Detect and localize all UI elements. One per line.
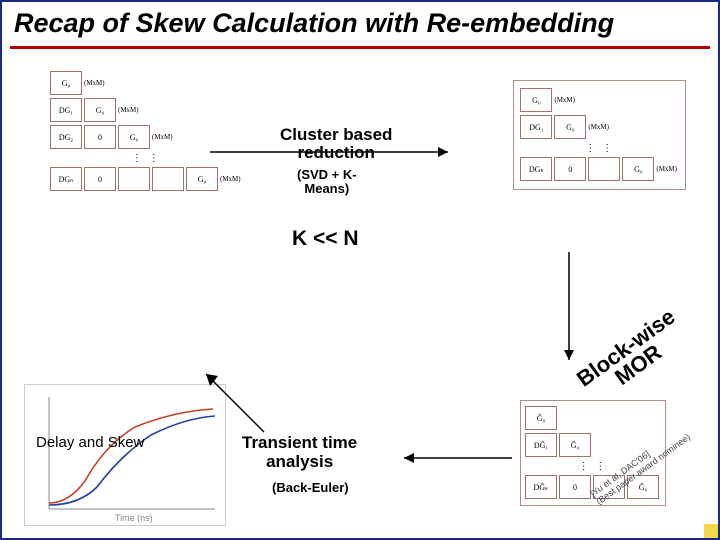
matrix-cell: DG₂ xyxy=(50,125,82,149)
delay-skew-label: Delay and Skew xyxy=(36,434,144,451)
blockwise-mor-label: Block-wise MOR xyxy=(574,306,692,407)
matrix-cell: G₀ xyxy=(186,167,218,191)
transient-l2: analysis xyxy=(242,453,357,472)
cluster-method-label: (SVD + K- Means) xyxy=(297,168,357,197)
matrix-cell: DĜ₁ xyxy=(525,433,557,457)
method-l1: (SVD + K- xyxy=(297,168,357,182)
matrix-cell: G₀ xyxy=(118,125,150,149)
matrix-cell: Ĝ₀ xyxy=(559,433,591,457)
matrix-cell: G₀ xyxy=(84,98,116,122)
dim-label: (MxM) xyxy=(84,79,105,87)
matrix-row: DG₁G₀(MxM) xyxy=(50,97,243,123)
vertical-dots: ⋮ ⋮ xyxy=(520,141,679,156)
plot-x-axis-label: Time (ns) xyxy=(115,513,153,523)
matrix-cell: G₀ xyxy=(622,157,654,181)
k-less-than-n: K << N xyxy=(292,227,359,251)
matrix-left: G₀(MxM)DG₁G₀(MxM)DG₂0G₀(MxM)⋮ ⋮DGₙ0G₀(Mx… xyxy=(50,70,243,193)
matrix-cell: DĜₖ xyxy=(525,475,557,499)
method-l2: Means) xyxy=(297,182,357,196)
dim-label: (MxM) xyxy=(554,96,575,104)
matrix-cell: 0 xyxy=(554,157,586,181)
matrix-cell: DG₁ xyxy=(520,115,552,139)
dim-label: (MxM) xyxy=(220,175,241,183)
matrix-cell: DG₁ xyxy=(50,98,82,122)
matrix-cell: Ĝ₀ xyxy=(525,406,557,430)
dim-label: (MxM) xyxy=(656,165,677,173)
matrix-cell: 0 xyxy=(84,125,116,149)
matrix-cell xyxy=(152,167,184,191)
matrix-cell: DGₖ xyxy=(520,157,552,181)
arrow-mor xyxy=(554,252,584,372)
matrix-cell: 0 xyxy=(84,167,116,191)
dim-label: (MxM) xyxy=(588,123,609,131)
matrix-cell xyxy=(118,167,150,191)
dim-label: (MxM) xyxy=(152,133,173,141)
matrix-row: G₀(MxM) xyxy=(520,87,679,113)
matrix-cell: DGₙ xyxy=(50,167,82,191)
corner-accent xyxy=(704,524,718,538)
matrix-cell: G₀ xyxy=(520,88,552,112)
matrix-right-top: G₀(MxM)DG₁G₀(MxM)⋮ ⋮DGₖ0G₀(MxM) xyxy=(513,80,686,190)
dim-label: (MxM) xyxy=(118,106,139,114)
page-title: Recap of Skew Calculation with Re-embedd… xyxy=(14,8,614,39)
matrix-row: DG₁G₀(MxM) xyxy=(520,114,679,140)
matrix-row: Ĝ₀ xyxy=(525,405,661,431)
matrix-cell: 0 xyxy=(559,475,591,499)
matrix-row: DGₙ0 G₀(MxM) xyxy=(50,166,243,192)
matrix-cell: G₀ xyxy=(50,71,82,95)
back-euler-label: (Back-Euler) xyxy=(272,480,349,495)
matrix-cell xyxy=(588,157,620,181)
arrow-cluster xyxy=(210,142,460,162)
matrix-row: G₀(MxM) xyxy=(50,70,243,96)
title-underline xyxy=(10,46,710,49)
slide: Recap of Skew Calculation with Re-embedd… xyxy=(0,0,720,540)
matrix-cell: G₀ xyxy=(554,115,586,139)
arrow-transient xyxy=(392,448,512,468)
matrix-row: DGₖ0 G₀(MxM) xyxy=(520,156,679,182)
arrow-delay xyxy=(194,362,274,442)
